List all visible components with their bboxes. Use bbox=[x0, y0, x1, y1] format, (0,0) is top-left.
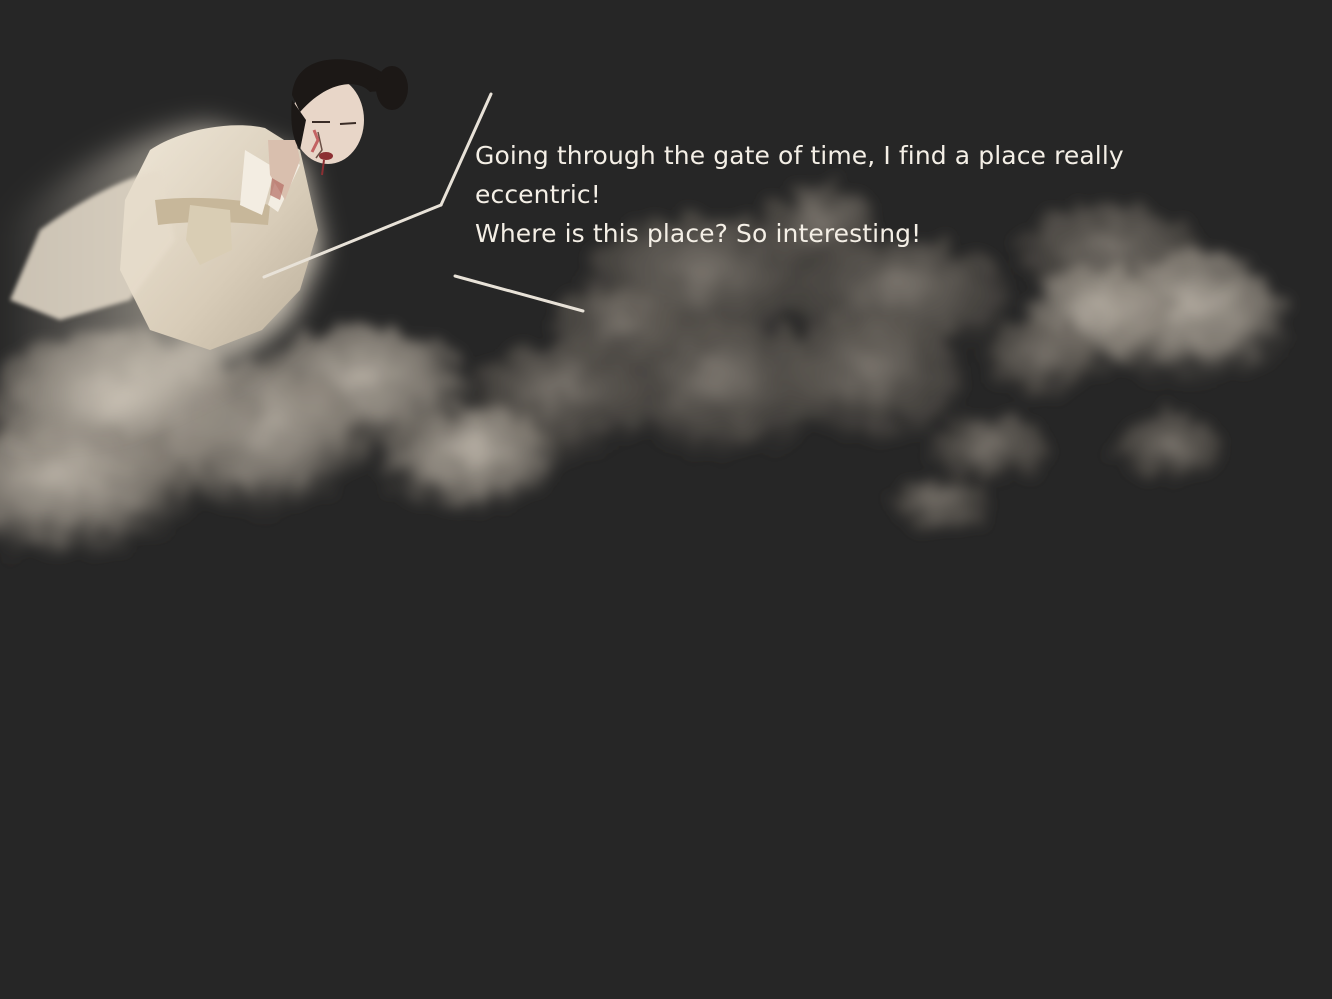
dialogue-text: Going through the gate of time, I find a… bbox=[475, 136, 1235, 253]
game-scene: Going through the gate of time, I find a… bbox=[0, 0, 1332, 999]
dialogue-line-1: Going through the gate of time, I find a… bbox=[475, 141, 1124, 170]
bubble-bottom-line bbox=[453, 274, 585, 313]
dialogue-line-2: eccentric! bbox=[475, 180, 601, 209]
dialogue-line-3: Where is this place? So interesting! bbox=[475, 219, 922, 248]
